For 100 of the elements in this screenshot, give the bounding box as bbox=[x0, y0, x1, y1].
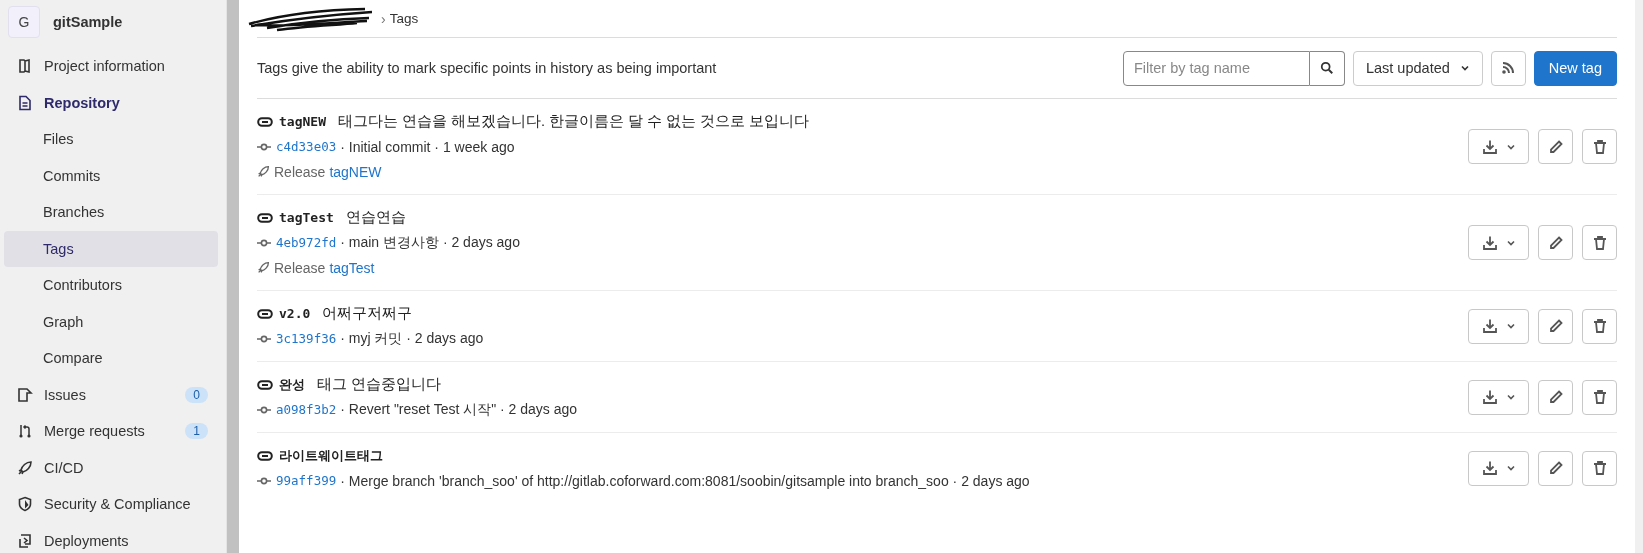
count-badge: 0 bbox=[185, 386, 208, 403]
sidebar-item[interactable]: Security & Compliance bbox=[4, 486, 218, 523]
delete-button[interactable] bbox=[1582, 450, 1617, 486]
breadcrumb-separator: › bbox=[381, 10, 386, 27]
commit-icon bbox=[257, 333, 271, 344]
project-name[interactable]: gitSample bbox=[53, 14, 123, 30]
edit-button[interactable] bbox=[1538, 379, 1573, 415]
edit-button[interactable] bbox=[1538, 450, 1573, 486]
tag-message: 연습연습 bbox=[345, 208, 406, 227]
commit-sha-link[interactable]: 3c139f36 bbox=[276, 331, 337, 346]
commit-icon bbox=[257, 475, 271, 486]
trash-icon bbox=[1591, 389, 1608, 405]
description-text: Tags give the ability to mark specific points in history as being important bbox=[257, 60, 718, 76]
tag-icon bbox=[257, 115, 273, 128]
sidebar-subitem[interactable]: Commits bbox=[4, 157, 218, 194]
tag-name-link[interactable]: 라이트웨이트태그 bbox=[279, 446, 383, 465]
filter-field[interactable]: Filter by tag name bbox=[1122, 50, 1310, 86]
edit-button[interactable] bbox=[1538, 129, 1573, 164]
breadcrumb-item[interactable]: Tags bbox=[389, 11, 419, 26]
delete-button[interactable] bbox=[1582, 379, 1617, 415]
commit-icon bbox=[257, 237, 271, 248]
sidebar-item[interactable]: CI/CD bbox=[4, 449, 218, 486]
sidebar-subitem[interactable]: Graph bbox=[4, 303, 218, 340]
delete-button[interactable] bbox=[1582, 225, 1617, 260]
chevron-down-icon bbox=[1505, 392, 1516, 402]
tag-icon bbox=[257, 378, 273, 391]
sidebar-subitem[interactable]: Tags bbox=[4, 230, 218, 267]
merge-request-icon bbox=[17, 423, 33, 440]
commit-info: · Merge branch 'branch_soo' of http://gitlab.coforward.com:8081/soobin/gitsample into branch_soo · 2 days ago bbox=[340, 472, 1030, 489]
sidebar-subitem[interactable]: Branches bbox=[4, 194, 218, 231]
sidebar-item[interactable]: Merge requests 1 bbox=[4, 413, 218, 450]
project-avatar[interactable]: G bbox=[8, 6, 40, 38]
tag-icon bbox=[257, 449, 273, 462]
document-icon bbox=[17, 94, 33, 111]
commit-sha-link[interactable]: c4d33e03 bbox=[276, 139, 337, 154]
tag-name-link[interactable]: tagNEW bbox=[279, 114, 326, 129]
pencil-icon bbox=[1547, 460, 1564, 476]
download-dropdown[interactable] bbox=[1468, 129, 1529, 164]
release-link[interactable]: tagNEW bbox=[329, 163, 382, 180]
tag-icon bbox=[257, 211, 273, 224]
tag-name-link[interactable]: v2.0 bbox=[279, 306, 311, 321]
release-link[interactable]: tagTest bbox=[329, 259, 375, 276]
commit-info: · Revert "reset Test 시작" · 2 days ago bbox=[340, 400, 578, 419]
search-button[interactable] bbox=[1309, 50, 1345, 86]
search-icon bbox=[1319, 61, 1334, 75]
commit-sha-link[interactable]: 99aff399 bbox=[276, 473, 337, 488]
tag-message: 태그 연습중입니다 bbox=[317, 375, 442, 394]
deploy-icon bbox=[17, 532, 33, 549]
rocket-icon bbox=[257, 261, 270, 274]
rss-icon bbox=[1500, 60, 1517, 76]
book-icon bbox=[17, 58, 33, 75]
chevron-down-icon bbox=[1459, 63, 1470, 73]
sort-dropdown[interactable]: Last updated bbox=[1352, 50, 1483, 86]
trash-icon bbox=[1591, 138, 1608, 155]
commit-icon bbox=[257, 404, 271, 415]
download-icon bbox=[1481, 460, 1498, 476]
tag-name-link[interactable]: tagTest bbox=[279, 210, 334, 225]
sidebar-subitem[interactable]: Contributors bbox=[4, 267, 218, 304]
rss-button[interactable] bbox=[1490, 50, 1526, 86]
release-label: Release bbox=[274, 163, 326, 180]
commit-sha-link[interactable]: 4eb972fd bbox=[276, 235, 337, 250]
pencil-icon bbox=[1547, 234, 1564, 251]
tag-message: 어쩌구저쩌구 bbox=[322, 304, 413, 323]
trash-icon bbox=[1591, 234, 1608, 251]
tag-icon bbox=[257, 307, 273, 320]
delete-button[interactable] bbox=[1582, 129, 1617, 164]
edit-button[interactable] bbox=[1538, 225, 1573, 260]
tag-name-link[interactable]: 완성 bbox=[279, 375, 305, 394]
scrollbar[interactable] bbox=[226, 0, 239, 553]
commit-sha-link[interactable]: a098f3b2 bbox=[276, 402, 337, 417]
delete-button[interactable] bbox=[1582, 308, 1617, 344]
download-icon bbox=[1481, 138, 1498, 155]
commit-info: · myj 커밋 · 2 days ago bbox=[340, 329, 484, 348]
tag-message: 태그다는 연습을 해보겠습니다. 한글이름은 달 수 없는 것으로 보입니다 bbox=[337, 112, 810, 131]
download-dropdown[interactable] bbox=[1468, 225, 1529, 260]
sidebar-subitem[interactable]: Compare bbox=[4, 340, 218, 377]
download-icon bbox=[1481, 389, 1498, 405]
trash-icon bbox=[1591, 460, 1608, 476]
shield-icon bbox=[17, 496, 33, 513]
sidebar-item[interactable]: Deployments bbox=[4, 522, 218, 553]
edit-button[interactable] bbox=[1538, 308, 1573, 344]
download-dropdown[interactable] bbox=[1468, 450, 1529, 486]
sidebar-subitem[interactable]: Files bbox=[4, 121, 218, 158]
rocket-icon bbox=[257, 165, 270, 178]
download-icon bbox=[1481, 318, 1498, 334]
download-dropdown[interactable] bbox=[1468, 308, 1529, 344]
download-icon bbox=[1481, 234, 1498, 251]
chevron-down-icon bbox=[1505, 321, 1516, 331]
sidebar-item[interactable]: Repository bbox=[4, 84, 218, 121]
sidebar-item[interactable]: Project information bbox=[4, 48, 218, 85]
chevron-down-icon bbox=[1505, 463, 1516, 473]
new-tag-button[interactable]: New tag bbox=[1533, 50, 1617, 86]
commit-icon bbox=[257, 141, 271, 152]
pencil-icon bbox=[1547, 389, 1564, 405]
sidebar-item[interactable]: Issues 0 bbox=[4, 376, 218, 413]
commit-info: · main 변경사항 · 2 days ago bbox=[340, 233, 520, 252]
issue-icon bbox=[17, 386, 33, 403]
trash-icon bbox=[1591, 318, 1608, 334]
release-label: Release bbox=[274, 259, 326, 276]
download-dropdown[interactable] bbox=[1468, 379, 1529, 415]
